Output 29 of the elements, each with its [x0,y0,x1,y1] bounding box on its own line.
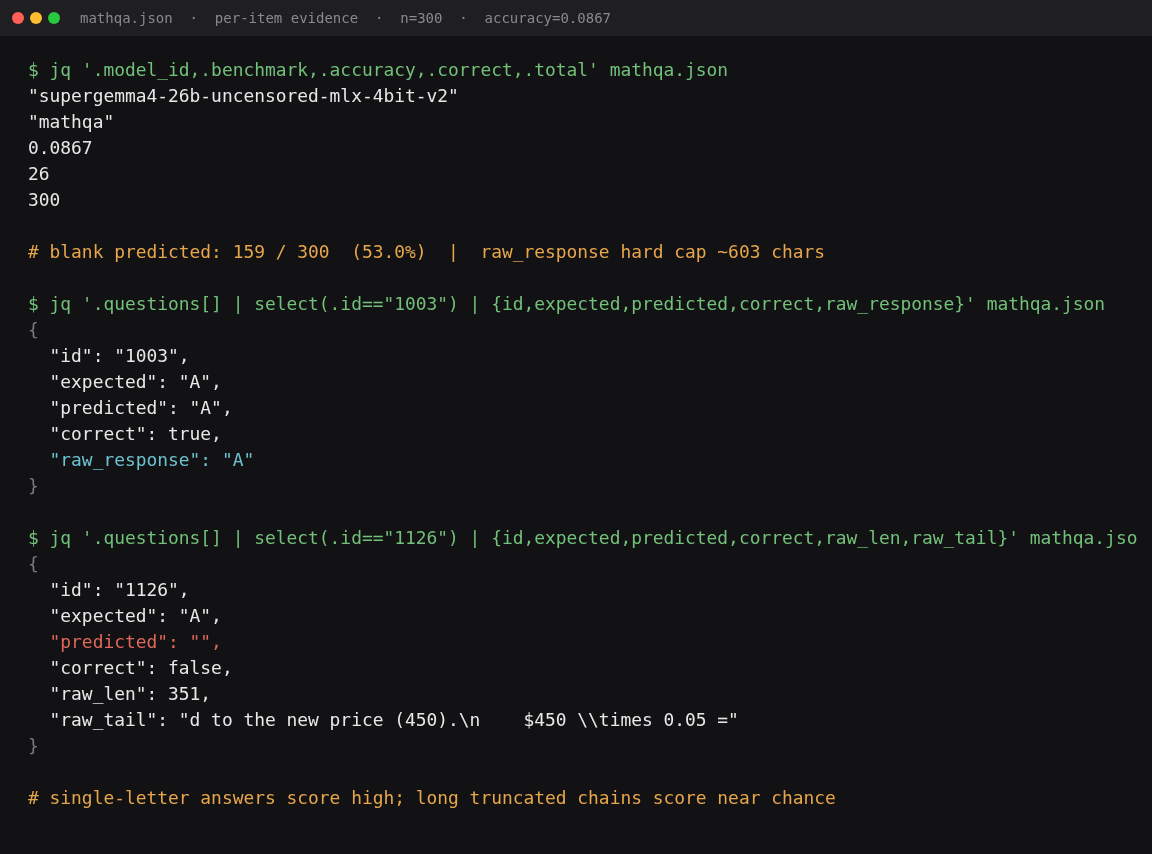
output-line: 26 [28,163,50,184]
output-line: 300 [28,189,61,210]
maximize-icon[interactable] [48,12,60,24]
output-line: "raw_response": "A" [48,449,255,470]
output-line: 0.0867 [28,137,93,158]
command-line: $ jq '.questions[] | select(.id=="1003") | {id,expected,predicted,correct,raw_response}' mathqa.json [28,293,1106,314]
window-title: mathqa.json · per-item evidence · n=300 · accuracy=0.0867 [80,10,611,26]
output-line: "raw_len": 351, [48,683,212,704]
brace-line: { [28,319,39,340]
output-line: "mathqa" [28,111,115,132]
output-line: "id": "1126", [48,579,190,600]
output-line: "supergemma4-26b-uncensored-mlx-4bit-v2" [28,85,459,106]
command-line: $ jq '.model_id,.benchmark,.accuracy,.correct,.total' mathqa.json [28,59,729,80]
brace-line: } [28,735,39,756]
close-icon[interactable] [12,12,24,24]
output-line: "correct": false, [48,657,233,678]
output-line: "expected": "A", [48,371,222,392]
brace-line: } [28,475,39,496]
output-line: "correct": true, [48,423,222,444]
minimize-icon[interactable] [30,12,42,24]
output-line: "expected": "A", [48,605,222,626]
output-line: "id": "1003", [48,345,190,366]
output-line: "predicted": "A", [48,397,233,418]
output-line: "predicted": "", [48,631,222,652]
command-line: $ jq '.questions[] | select(.id=="1126") | {id,expected,predicted,correct,raw_len,raw_tail}' mathqa.jso [28,527,1138,548]
brace-line: { [28,553,39,574]
comment-line: # blank predicted: 159 / 300 (53.0%) | raw_response hard cap ~603 chars [28,241,826,262]
output-line: "raw_tail": "d to the new price (450).\n $450 \\times 0.05 =" [48,709,739,730]
comment-line: # single-letter answers score high; long truncated chains score near chance [28,787,836,808]
